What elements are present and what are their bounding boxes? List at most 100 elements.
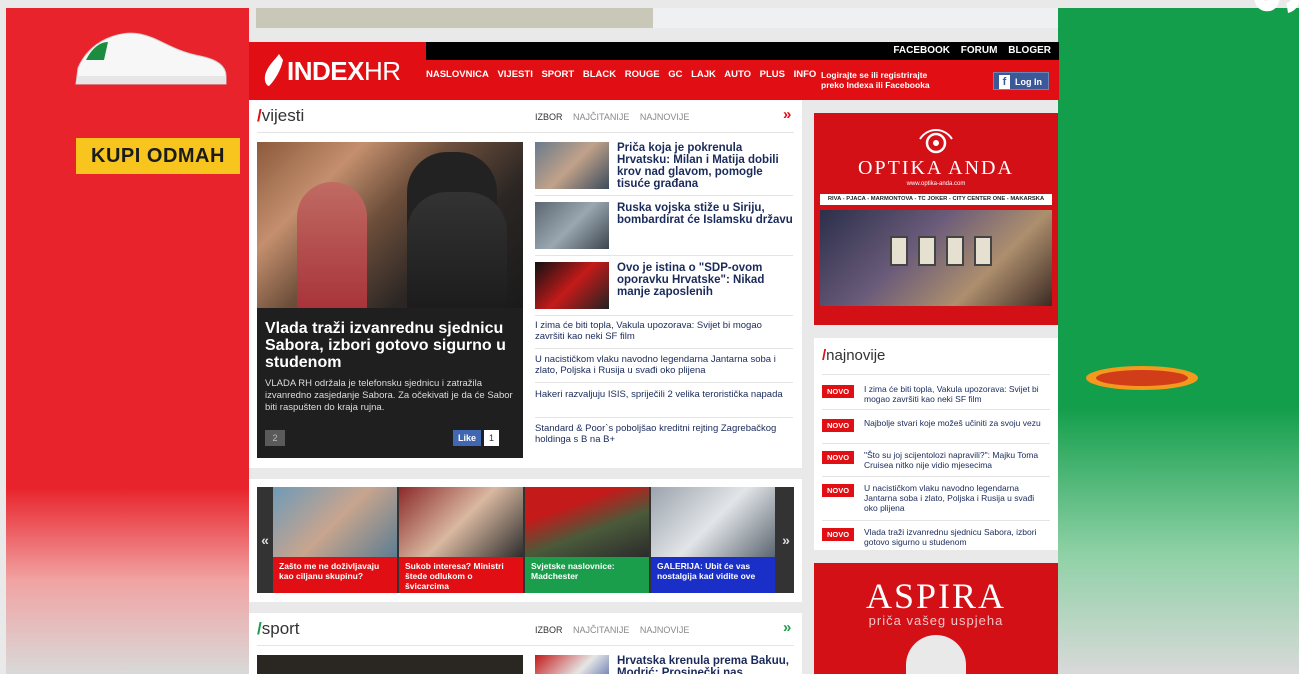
gallery-carousel: « Zašto me ne doživljavaju kao ciljanu s… [257, 487, 794, 593]
carousel-image[interactable] [525, 487, 649, 557]
sneaker-ad-image[interactable] [70, 20, 230, 90]
ad-locations: RIVA - PJACA - MARMONTOVA - TC JOKER - C… [820, 194, 1052, 205]
lead-story-image[interactable] [257, 142, 523, 308]
story-item[interactable]: Hrvatska krenula prema Bakuu, Modrić: Pr… [535, 655, 793, 674]
divider [257, 645, 794, 646]
ad-tagline: priča vašeg uspjeha [868, 613, 1004, 628]
small-story-link[interactable]: U nacističkom vlaku navodno legendarna J… [535, 354, 793, 376]
divider [535, 255, 793, 256]
tab-izbor[interactable]: IZBOR [535, 112, 563, 122]
facebook-login-button[interactable]: f Log In [993, 72, 1049, 90]
carousel-image[interactable] [651, 487, 775, 557]
carousel-item[interactable]: Zašto me ne doživljavaju kao ciljanu sku… [273, 487, 397, 593]
more-arrow[interactable]: » [783, 106, 791, 123]
divider [822, 443, 1050, 444]
comment-count[interactable]: 2 [265, 430, 285, 446]
divider [535, 315, 793, 316]
facebook-like-button[interactable]: Like 1 [453, 430, 500, 446]
top-links-bar: FACEBOOK FORUM BLOGER [426, 42, 1059, 60]
nav-gc[interactable]: GC [668, 69, 682, 80]
ad-url: www.optika-anda.com [906, 181, 966, 187]
story-item[interactable]: Ovo je istina o "SDP-ovom oporavku Hrvat… [535, 262, 793, 310]
carousel-caption[interactable]: Zašto me ne doživljavaju kao ciljanu sku… [273, 557, 397, 593]
divider [535, 382, 793, 383]
carousel-item[interactable]: Sukob interesa? Ministri štede odlukom o… [399, 487, 523, 593]
carousel-next-button[interactable]: » [778, 487, 794, 593]
skin-ad-left[interactable] [6, 8, 249, 674]
story-thumbnail[interactable] [535, 202, 609, 249]
story-thumbnail[interactable] [535, 655, 609, 674]
story-title[interactable]: Hrvatska krenula prema Bakuu, Modrić: Pr… [617, 655, 793, 674]
small-story-link[interactable]: I zima će biti topla, Vakula upozorava: … [535, 320, 793, 342]
story-item[interactable]: Ruska vojska stiže u Siriju, bombardirat… [535, 202, 793, 250]
carousel-item[interactable]: Svjetske naslovnice: Madchester [525, 487, 649, 593]
new-badge: NOVO [822, 419, 855, 432]
tab-najcitanije[interactable]: NAJČITANIJE [573, 625, 629, 635]
section-title[interactable]: /najnovije [822, 347, 885, 364]
latest-item-title[interactable]: "Što su joj scijentolozi napravili?": Ma… [864, 450, 1050, 470]
latest-item-title[interactable]: Vlada traži izvanrednu sjednicu Sabora, … [864, 527, 1050, 547]
divider [822, 409, 1050, 410]
carousel-prev-button[interactable]: « [257, 487, 273, 593]
nav-auto[interactable]: AUTO [724, 69, 751, 80]
story-thumbnail[interactable] [535, 262, 609, 309]
carousel-item[interactable]: GALERIJA: Ubit će vas nostalgija kad vid… [651, 487, 775, 593]
tab-najnovije[interactable]: NAJNOVIJE [640, 625, 690, 635]
latest-item-title[interactable]: I zima će biti topla, Vakula upozorava: … [864, 384, 1050, 404]
story-thumbnail[interactable] [535, 142, 609, 189]
top-link-facebook[interactable]: FACEBOOK [893, 45, 950, 56]
story-title[interactable]: Ovo je istina o "SDP-ovom oporavku Hrvat… [617, 262, 793, 298]
ad-photo [820, 210, 1052, 306]
carousel-image[interactable] [273, 487, 397, 557]
logo[interactable]: INDEXHR [249, 42, 426, 100]
more-arrow[interactable]: » [783, 619, 791, 636]
ad-brand: ASPIRA [865, 576, 1007, 616]
divider [822, 520, 1050, 521]
lead-story[interactable]: Vlada traži izvanrednu sjednicu Sabora, … [257, 142, 523, 458]
nav-rouge[interactable]: ROUGE [625, 69, 660, 80]
nav-info[interactable]: INFO [794, 69, 817, 80]
nav-black[interactable]: BLACK [583, 69, 616, 80]
buy-now-button[interactable]: KUPI ODMAH [76, 138, 240, 174]
site-header: INDEXHR FACEBOOK FORUM BLOGER NASLOVNICA… [249, 42, 1059, 100]
login-prompt[interactable]: Logirajte se ili registrirajte preko Ind… [821, 70, 930, 90]
latest-item-title[interactable]: Najbolje stvari koje možeš učiniti za sv… [864, 418, 1050, 428]
tab-najcitanije[interactable]: NAJČITANIJE [573, 112, 629, 122]
section-tabs: IZBOR NAJČITANIJE NAJNOVIJE [535, 112, 697, 122]
carousel-caption[interactable]: Sukob interesa? Ministri štede odlukom o… [399, 557, 523, 593]
shoebedo-logo[interactable] [1082, 362, 1202, 394]
latest-item-title[interactable]: U nacističkom vlaku navodno legendarna J… [864, 483, 1050, 513]
optika-anda-ad[interactable]: OPTIKA ANDA www.optika-anda.com RIVA - P… [814, 113, 1058, 325]
sport-lead-image[interactable] [257, 655, 523, 674]
carousel-caption[interactable]: GALERIJA: Ubit će vas nostalgija kad vid… [651, 557, 775, 593]
eye-icon [919, 129, 953, 154]
lead-story-summary: VLADA RH održala je telefonsku sjednicu … [265, 378, 513, 413]
nav-lajk[interactable]: LAJK [691, 69, 716, 80]
section-title[interactable]: /sport [257, 619, 300, 639]
small-story-link[interactable]: Hakeri razvaljuju ISIS, spriječili 2 vel… [535, 389, 793, 400]
new-badge: NOVO [822, 451, 855, 464]
section-title[interactable]: /vijesti [257, 106, 304, 126]
tab-izbor[interactable]: IZBOR [535, 625, 563, 635]
chili-icon [264, 54, 283, 86]
stan-smith-ad[interactable]: stan smi [1070, 0, 1299, 338]
nav-plus[interactable]: PLUS [760, 69, 785, 80]
top-link-forum[interactable]: FORUM [961, 45, 998, 56]
nav-vijesti[interactable]: VIJESTI [497, 69, 532, 80]
story-title[interactable]: Priča koja je pokrenula Hrvatsku: Milan … [617, 142, 793, 190]
divider [535, 195, 793, 196]
nav-sport[interactable]: SPORT [541, 69, 574, 80]
like-count: 1 [484, 430, 500, 446]
lead-story-title[interactable]: Vlada traži izvanrednu sjednicu Sabora, … [265, 320, 515, 371]
top-link-bloger[interactable]: BLOGER [1008, 45, 1051, 56]
carousel-image[interactable] [399, 487, 523, 557]
carousel-caption[interactable]: Svjetske naslovnice: Madchester [525, 557, 649, 593]
nav-naslovnica[interactable]: NASLOVNICA [426, 69, 489, 80]
tab-najnovije[interactable]: NAJNOVIJE [640, 112, 690, 122]
divider [822, 374, 1050, 375]
vijesti-section: /vijesti IZBOR NAJČITANIJE NAJNOVIJE » V… [249, 100, 802, 468]
small-story-link[interactable]: Standard & Poor`s poboljšao kreditni rej… [535, 423, 793, 445]
story-item[interactable]: Priča koja je pokrenula Hrvatsku: Milan … [535, 142, 793, 190]
aspira-ad[interactable]: ASPIRA priča vašeg uspjeha [814, 563, 1058, 674]
story-title[interactable]: Ruska vojska stiže u Siriju, bombardirat… [617, 202, 793, 226]
